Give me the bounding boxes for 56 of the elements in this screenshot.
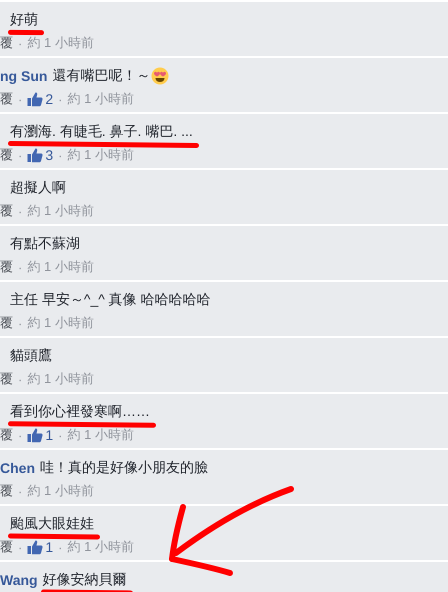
comment-text: 還有嘴巴呢！～ — [52, 67, 150, 83]
comment-time: 約 1 小時前 — [27, 258, 94, 276]
comment-text: 主任 早安～^_^ 真像 哈哈哈哈哈 — [10, 291, 211, 307]
separator-dot: · — [58, 92, 62, 106]
comment-time: 約 1 小時前 — [67, 90, 134, 108]
author-name[interactable]: Wang — [0, 572, 38, 588]
comment-time: 約 1 小時前 — [27, 314, 94, 332]
thumbs-up-icon[interactable] — [27, 91, 44, 107]
thumbs-up-icon[interactable] — [27, 147, 44, 163]
separator-dot: · — [18, 92, 22, 106]
comment-text: 有瀏海. 有睫毛. 鼻子. 嘴巴. ... — [10, 123, 193, 139]
comment-time: 約 1 小時前 — [67, 538, 134, 556]
comment-text: 颱風大眼娃娃 — [10, 515, 94, 531]
comment-text: 超擬人啊 — [10, 179, 66, 195]
separator-dot: · — [18, 484, 22, 498]
separator-dot: · — [18, 148, 22, 162]
comment-text: 好萌 — [10, 11, 38, 27]
separator-dot: · — [18, 36, 22, 50]
reply-link[interactable]: 覆 — [0, 90, 13, 108]
like-count: 1 — [45, 427, 54, 443]
author-name[interactable]: ng Sun — [0, 68, 48, 84]
reply-link[interactable]: 覆 — [0, 426, 13, 444]
reply-link[interactable]: 覆 — [0, 146, 13, 164]
comment-text: 貓頭鷹 — [10, 347, 52, 363]
separator-dot: · — [18, 204, 22, 218]
separator-dot: · — [18, 260, 22, 274]
separator-dot: · — [58, 540, 62, 554]
reply-link[interactable]: 覆 — [0, 258, 13, 276]
comment-text: 哇！真的是好像小朋友的臉 — [40, 459, 208, 475]
like-count: 2 — [45, 91, 54, 107]
comment-time: 約 1 小時前 — [27, 34, 94, 52]
author-name[interactable]: Chen — [0, 460, 35, 476]
separator-dot: · — [18, 316, 22, 330]
thumbs-up-icon[interactable] — [27, 539, 44, 555]
thumbs-up-icon[interactable] — [27, 427, 44, 443]
reply-link[interactable]: 覆 — [0, 314, 13, 332]
separator-dot: · — [58, 148, 62, 162]
separator-dot: · — [58, 428, 62, 442]
comment-time: 約 1 小時前 — [27, 482, 94, 500]
comment-time: 約 1 小時前 — [67, 146, 134, 164]
separator-dot: · — [18, 372, 22, 386]
reply-link[interactable]: 覆 — [0, 202, 13, 220]
comment-text: 有點不蘇湖 — [10, 235, 80, 251]
comment-text: 好像安納貝爾 — [42, 571, 127, 587]
comment-time: 約 1 小時前 — [27, 202, 94, 220]
separator-dot: · — [18, 540, 22, 554]
like-count: 1 — [45, 539, 54, 555]
reply-link[interactable]: 覆 — [0, 538, 13, 556]
separator-dot: · — [18, 428, 22, 442]
reply-link[interactable]: 覆 — [0, 34, 13, 52]
comment-time: 約 1 小時前 — [27, 370, 94, 388]
like-count: 3 — [45, 147, 54, 163]
comment-time: 約 1 小時前 — [67, 426, 134, 444]
reply-link[interactable]: 覆 — [0, 482, 13, 500]
reply-link[interactable]: 覆 — [0, 370, 13, 388]
comment-text: 看到你心裡發寒啊…… — [10, 403, 150, 419]
